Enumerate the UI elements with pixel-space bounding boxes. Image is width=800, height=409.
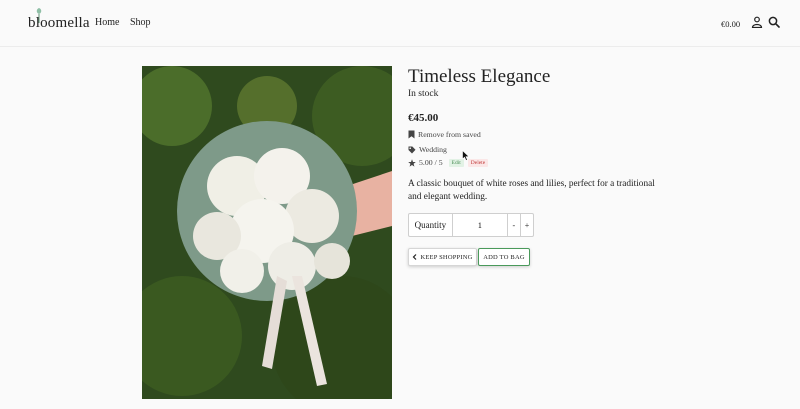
category-tag[interactable]: Wedding (408, 145, 447, 154)
rating-value: 5.00 / 5 (419, 158, 443, 167)
main-nav: Home Shop (95, 17, 159, 28)
increment-button[interactable]: + (521, 214, 533, 236)
quantity-stepper: Quantity - + (408, 213, 534, 237)
keep-shopping-button[interactable]: KEEP SHOPPING (408, 248, 477, 266)
site-header: bloomella Home Shop €0.00 (0, 0, 800, 47)
mouse-cursor-icon (462, 150, 470, 161)
delete-button[interactable]: Delete (467, 158, 489, 167)
product-description: A classic bouquet of white roses and lil… (408, 179, 655, 202)
product-image (142, 66, 392, 399)
search-icon[interactable] (768, 16, 780, 28)
add-to-bag-label: ADD TO BAG (483, 253, 525, 261)
quantity-input[interactable] (452, 214, 508, 236)
keep-shopping-label: KEEP SHOPPING (420, 253, 473, 261)
rating-row: 5.00 / 5 Edit Delete (408, 158, 489, 167)
decrement-button[interactable]: - (508, 214, 521, 236)
product-title: Timeless Elegance (408, 66, 551, 87)
chevron-left-icon (413, 254, 417, 260)
category-label: Wedding (419, 145, 447, 154)
logo[interactable]: bloomella (28, 6, 90, 36)
stock-status: In stock (408, 89, 439, 99)
add-to-bag-button[interactable]: ADD TO BAG (478, 248, 530, 266)
cart-total[interactable]: €0.00 (721, 19, 740, 29)
quantity-label: Quantity (409, 214, 453, 236)
tag-icon (408, 146, 416, 153)
star-icon (408, 158, 416, 167)
remove-saved-label: Remove from saved (418, 130, 481, 139)
nav-home[interactable]: Home (95, 17, 119, 28)
product-price: €45.00 (408, 112, 439, 124)
nav-shop[interactable]: Shop (130, 17, 151, 28)
remove-saved-link[interactable]: Remove from saved (408, 130, 481, 139)
logo-text: bloomella (28, 15, 90, 31)
bookmark-icon (408, 130, 415, 139)
bouquet-image (142, 66, 392, 399)
user-icon[interactable] (751, 16, 763, 28)
